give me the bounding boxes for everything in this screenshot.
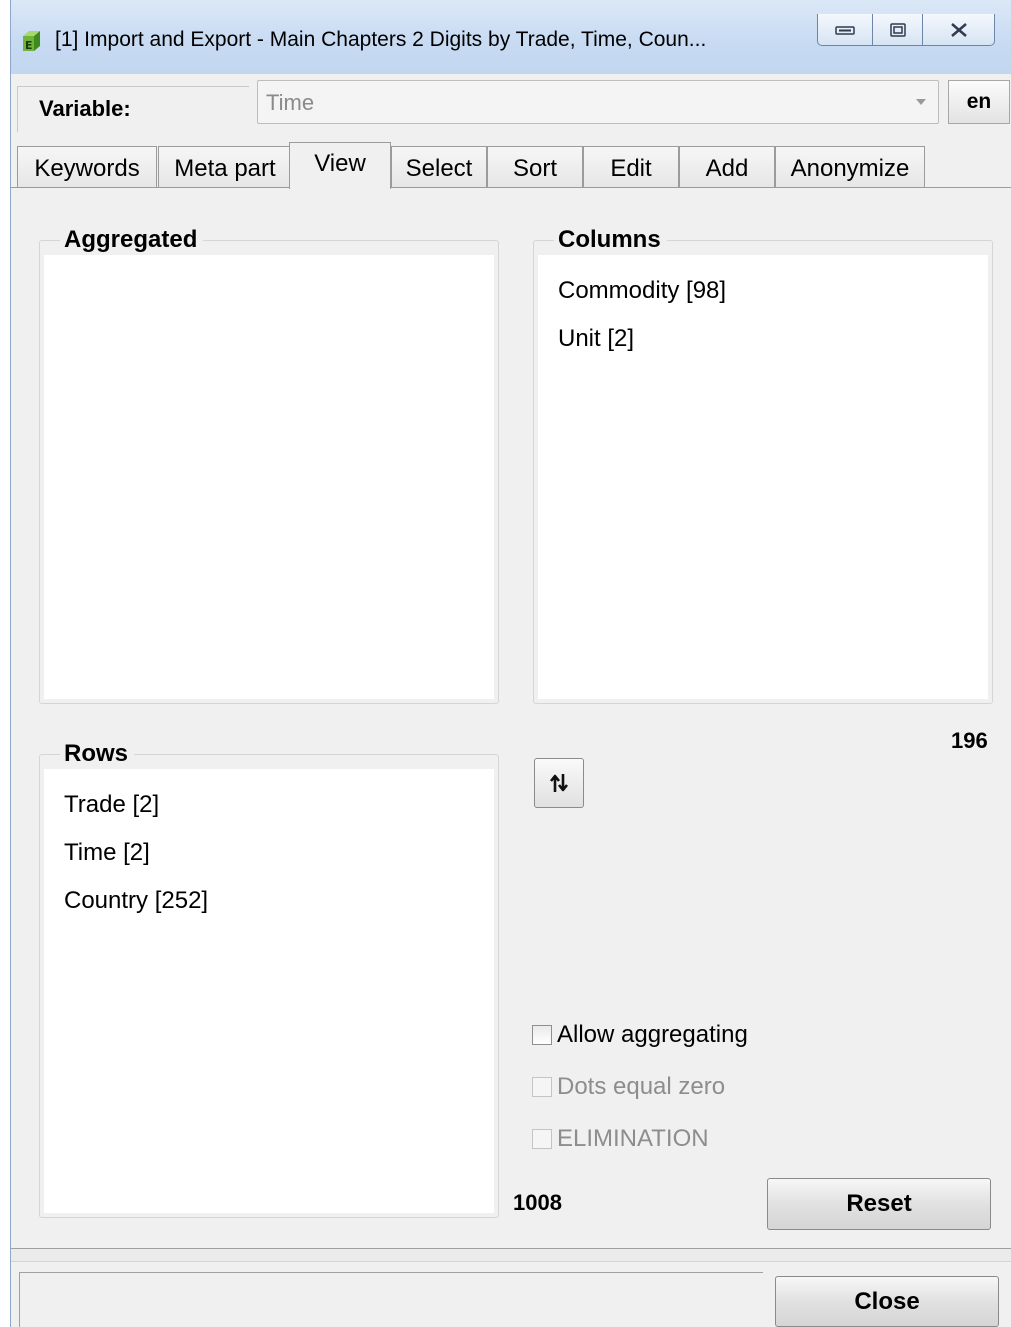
aggregated-title: Aggregated — [60, 225, 204, 255]
tab-select[interactable]: Select — [391, 146, 487, 188]
title-bar[interactable]: E [1] Import and Export - Main Chapters … — [11, 0, 1011, 75]
maximize-button[interactable] — [873, 14, 923, 46]
aggregated-group: Aggregated — [39, 225, 499, 704]
rows-group: Rows Trade [2] Time [2] Country [252] — [39, 739, 499, 1218]
tab-add[interactable]: Add — [679, 146, 775, 188]
rows-list[interactable] — [44, 769, 494, 1213]
window-title: [1] Import and Export - Main Chapters 2 … — [55, 28, 707, 51]
list-item[interactable]: Time [2] — [64, 839, 150, 867]
elimination-label[interactable]: ELIMINATION — [557, 1125, 709, 1153]
close-icon — [950, 22, 967, 37]
status-bar — [19, 1272, 763, 1327]
list-item[interactable]: Country [252] — [64, 887, 208, 915]
tab-keywords[interactable]: Keywords — [17, 146, 157, 188]
list-item[interactable]: Commodity [98] — [558, 277, 726, 305]
minimize-button[interactable] — [817, 14, 873, 46]
variable-dropdown[interactable]: Time — [257, 80, 939, 124]
tab-edit[interactable]: Edit — [583, 146, 679, 188]
tab-sort[interactable]: Sort — [487, 146, 583, 188]
elimination-option[interactable]: ELIMINATION — [532, 1122, 709, 1156]
list-item[interactable]: Unit [2] — [558, 325, 634, 353]
rows-title: Rows — [60, 739, 135, 769]
dots-equal-zero-checkbox[interactable] — [532, 1077, 552, 1097]
dots-equal-zero-option[interactable]: Dots equal zero — [532, 1070, 725, 1104]
tab-view[interactable]: View — [289, 142, 391, 189]
elimination-checkbox[interactable] — [532, 1129, 552, 1149]
columns-title: Columns — [554, 225, 667, 255]
minimize-icon — [835, 25, 855, 35]
chevron-down-icon — [916, 99, 926, 105]
allow-aggregating-option[interactable]: Allow aggregating — [532, 1018, 748, 1052]
allow-aggregating-label[interactable]: Allow aggregating — [557, 1021, 748, 1049]
swap-arrows-icon — [549, 774, 569, 792]
allow-aggregating-checkbox[interactable] — [532, 1025, 552, 1045]
language-button[interactable]: en — [948, 80, 1010, 124]
maximize-icon — [889, 22, 906, 37]
aggregated-list[interactable] — [44, 255, 494, 699]
columns-count: 196 — [951, 728, 988, 753]
columns-group: Columns Commodity [98] Unit [2] — [533, 225, 993, 704]
variable-dropdown-value: Time — [266, 90, 315, 115]
dots-equal-zero-label[interactable]: Dots equal zero — [557, 1073, 725, 1101]
rows-count: 1008 — [513, 1190, 562, 1215]
dialog-window: E [1] Import and Export - Main Chapters … — [10, 0, 1011, 1327]
tab-anonymize[interactable]: Anonymize — [775, 146, 925, 188]
tab-meta-part[interactable]: Meta part — [158, 146, 292, 188]
close-button[interactable]: Close — [775, 1276, 999, 1327]
variable-row: Variable: Time en — [11, 74, 1011, 132]
list-item[interactable]: Trade [2] — [64, 791, 159, 819]
footer-separator — [11, 1248, 1011, 1262]
swap-rows-columns-button[interactable] — [534, 758, 584, 808]
reset-button[interactable]: Reset — [767, 1178, 991, 1230]
tab-bar: Keywords Meta part View Select Sort Edit… — [11, 142, 1011, 189]
variable-label: Variable: — [39, 96, 131, 121]
app-icon: E — [23, 31, 40, 52]
columns-list[interactable] — [538, 255, 988, 699]
close-window-button[interactable] — [923, 14, 995, 46]
app-icon-letter: E — [25, 39, 33, 52]
